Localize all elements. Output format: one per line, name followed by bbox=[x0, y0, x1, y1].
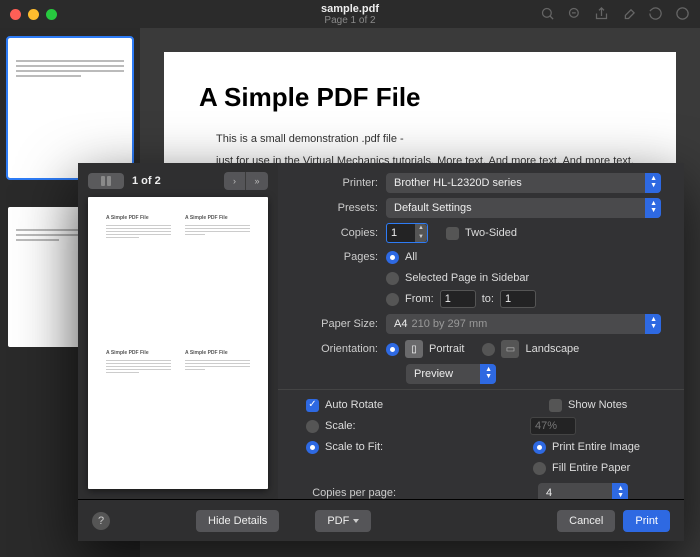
landscape-icon: ▭ bbox=[501, 340, 519, 358]
print-entire-radio[interactable] bbox=[533, 441, 546, 454]
fill-paper-radio[interactable] bbox=[533, 462, 546, 475]
two-sided-label: Two-Sided bbox=[465, 227, 517, 239]
copies-per-page-select[interactable]: 4▲▼ bbox=[538, 483, 628, 499]
preview-last-icon[interactable]: » bbox=[246, 172, 268, 190]
cancel-button[interactable]: Cancel bbox=[557, 510, 615, 532]
scale-to-fit-radio[interactable] bbox=[306, 441, 319, 454]
copies-stepper[interactable]: ▲▼ bbox=[415, 224, 427, 242]
mini-page bbox=[179, 344, 256, 477]
pages-all-label: All bbox=[405, 251, 417, 263]
layout-toggle[interactable] bbox=[88, 173, 124, 189]
pages-from-radio[interactable] bbox=[386, 293, 399, 306]
preview-pager: 1 of 2 bbox=[132, 175, 161, 187]
orientation-portrait-label: Portrait bbox=[429, 343, 464, 355]
show-notes-label: Show Notes bbox=[568, 399, 668, 411]
copies-label: Copies: bbox=[294, 227, 386, 239]
pages-from-label: From: bbox=[405, 293, 434, 305]
preview-next-icon[interactable]: › bbox=[224, 172, 246, 190]
print-preview-pane: 1 of 2 › » bbox=[78, 163, 278, 499]
pages-selected-radio[interactable] bbox=[386, 272, 399, 285]
pdf-dropdown-button[interactable]: PDF bbox=[315, 510, 371, 532]
pages-from-input[interactable]: 1 bbox=[440, 290, 476, 308]
section-select[interactable]: Preview▲▼ bbox=[406, 364, 496, 384]
mini-page bbox=[100, 344, 177, 477]
scale-label: Scale: bbox=[325, 420, 395, 432]
printer-label: Printer: bbox=[294, 177, 386, 189]
markup-icon[interactable] bbox=[675, 6, 690, 21]
paper-size-label: Paper Size: bbox=[294, 318, 386, 330]
fill-paper-label: Fill Entire Paper bbox=[552, 462, 668, 474]
copies-input[interactable]: 1▲▼ bbox=[386, 223, 428, 243]
paper-size-select[interactable]: A4210 by 297 mm▲▼ bbox=[386, 314, 661, 334]
thumbnail-page-1[interactable]: A Simple PDF File bbox=[8, 38, 132, 178]
scale-input[interactable]: 47% bbox=[530, 417, 576, 435]
print-entire-label: Print Entire Image bbox=[552, 441, 668, 453]
copies-per-page-label: Copies per page: bbox=[294, 487, 404, 499]
minimize-window-dot[interactable] bbox=[28, 9, 39, 20]
print-preview-sheet bbox=[88, 197, 268, 489]
show-notes-checkbox[interactable] bbox=[549, 399, 562, 412]
pages-selected-label: Selected Page in Sidebar bbox=[405, 272, 529, 284]
orientation-portrait-radio[interactable] bbox=[386, 343, 399, 356]
toolbar-icons bbox=[540, 6, 690, 21]
orientation-label: Orientation: bbox=[294, 343, 386, 355]
print-settings-pane: Printer: Brother HL-L2320D series▲▼ Pres… bbox=[278, 163, 684, 499]
pages-all-radio[interactable] bbox=[386, 251, 399, 264]
pages-label: Pages: bbox=[294, 251, 386, 263]
two-sided-checkbox[interactable] bbox=[446, 227, 459, 240]
search-icon[interactable] bbox=[540, 6, 555, 21]
close-window-dot[interactable] bbox=[10, 9, 21, 20]
scale-to-fit-label: Scale to Fit: bbox=[325, 441, 395, 453]
dialog-footer: ? Hide Details PDF Cancel Print bbox=[78, 499, 684, 541]
doc-heading: A Simple PDF File bbox=[199, 82, 636, 113]
presets-select[interactable]: Default Settings▲▼ bbox=[386, 198, 661, 218]
auto-rotate-label: Auto Rotate bbox=[325, 399, 383, 411]
highlight-icon[interactable] bbox=[621, 6, 636, 21]
print-dialog: 1 of 2 › » Printer: Brother HL-L2320D se… bbox=[78, 163, 684, 541]
mini-page bbox=[179, 209, 256, 342]
printer-select[interactable]: Brother HL-L2320D series▲▼ bbox=[386, 173, 661, 193]
separator bbox=[278, 389, 684, 390]
rotate-icon[interactable] bbox=[648, 6, 663, 21]
pages-to-label: to: bbox=[482, 293, 494, 305]
traffic-lights bbox=[10, 9, 57, 20]
scale-radio[interactable] bbox=[306, 420, 319, 433]
window-titlebar: sample.pdf Page 1 of 2 bbox=[0, 0, 700, 28]
portrait-icon: ▯ bbox=[405, 340, 423, 358]
help-button[interactable]: ? bbox=[92, 512, 110, 530]
doc-paragraph: This is a small demonstration .pdf file … bbox=[216, 133, 636, 145]
auto-rotate-checkbox[interactable] bbox=[306, 399, 319, 412]
zoom-out-icon[interactable] bbox=[567, 6, 582, 21]
orientation-landscape-label: Landscape bbox=[525, 343, 579, 355]
mini-page bbox=[100, 209, 177, 342]
presets-label: Presets: bbox=[294, 202, 386, 214]
print-button[interactable]: Print bbox=[623, 510, 670, 532]
share-icon[interactable] bbox=[594, 6, 609, 21]
hide-details-button[interactable]: Hide Details bbox=[196, 510, 279, 532]
orientation-landscape-radio[interactable] bbox=[482, 343, 495, 356]
pages-to-input[interactable]: 1 bbox=[500, 290, 536, 308]
zoom-window-dot[interactable] bbox=[46, 9, 57, 20]
